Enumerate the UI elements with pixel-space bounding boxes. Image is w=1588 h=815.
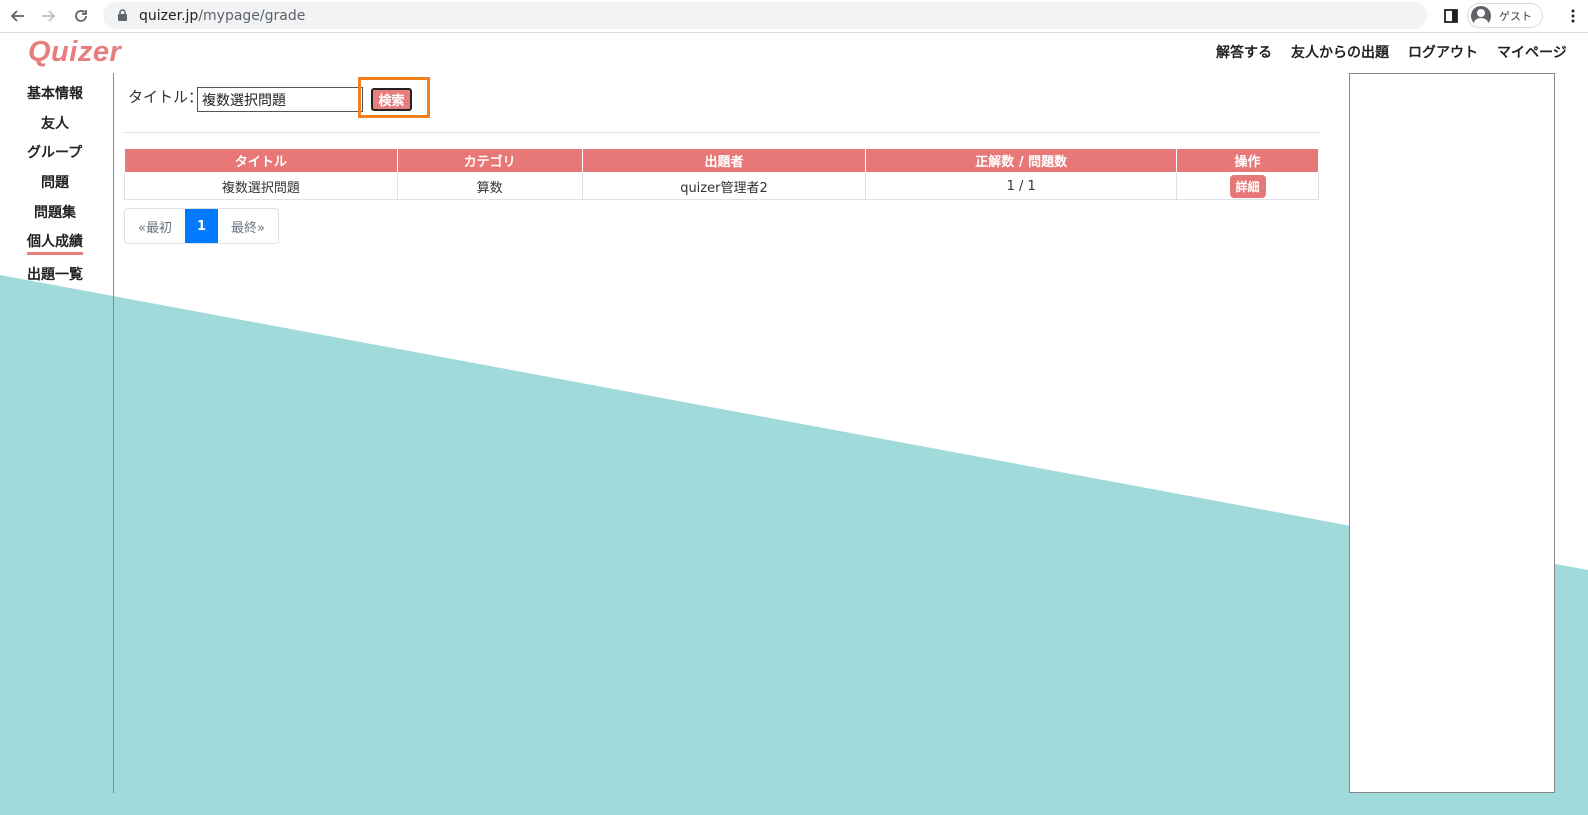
detail-button[interactable]: 詳細 xyxy=(1229,174,1266,198)
site-logo[interactable]: Quizer xyxy=(28,36,121,69)
cell-score: 1 / 1 xyxy=(865,172,1178,200)
browser-toolbar: quizer.jp/mypage/grade ゲスト xyxy=(0,0,1588,33)
search-label: タイトル： xyxy=(128,88,204,106)
column-header-action: 操作 xyxy=(1176,148,1319,173)
sidebar-item-question-list[interactable]: 出題一覧 xyxy=(27,264,83,284)
sidebar-item-questions[interactable]: 問題 xyxy=(41,172,69,192)
grade-table: タイトル カテゴリ 出題者 正解数 / 問題数 操作 複数選択問題 算数 qui… xyxy=(124,148,1319,200)
sidebar-item-groups[interactable]: グループ xyxy=(27,142,82,162)
nav-logout[interactable]: ログアウト xyxy=(1408,42,1478,62)
nav-mypage[interactable]: マイページ xyxy=(1497,42,1567,62)
table-header-row: タイトル カテゴリ 出題者 正解数 / 問題数 操作 xyxy=(124,148,1319,173)
pagination: «最初 1 最終» xyxy=(124,208,279,244)
profile-button[interactable]: ゲスト xyxy=(1467,3,1543,28)
sidebar-item-basic-info[interactable]: 基本情報 xyxy=(27,83,83,103)
title-search-input[interactable] xyxy=(197,87,363,112)
right-side-panel xyxy=(1349,73,1555,793)
nav-friend-questions[interactable]: 友人からの出題 xyxy=(1291,42,1389,62)
column-header-category: カテゴリ xyxy=(396,148,583,173)
cell-title: 複数選択問題 xyxy=(124,172,398,200)
cell-action: 詳細 xyxy=(1176,172,1319,200)
more-menu-icon[interactable] xyxy=(1563,5,1583,27)
cell-category: 算数 xyxy=(396,172,583,200)
column-header-score: 正解数 / 問題数 xyxy=(865,148,1178,173)
sidebar-item-friends[interactable]: 友人 xyxy=(41,113,69,133)
page-first-link[interactable]: «最初 xyxy=(125,209,185,243)
page-current[interactable]: 1 xyxy=(185,209,218,243)
address-bar[interactable]: quizer.jp/mypage/grade xyxy=(103,2,1427,29)
nav-answer[interactable]: 解答する xyxy=(1216,42,1272,62)
reload-icon[interactable] xyxy=(70,5,92,27)
table-row: 複数選択問題 算数 quizer管理者2 1 / 1 詳細 xyxy=(124,172,1319,200)
sidebar-item-grades[interactable]: 個人成績 xyxy=(27,231,83,255)
forward-arrow-icon[interactable] xyxy=(38,5,60,27)
search-button[interactable]: 検索 xyxy=(371,88,412,111)
column-header-title: タイトル xyxy=(124,148,398,173)
column-header-author: 出題者 xyxy=(581,148,867,173)
divider xyxy=(124,132,1320,133)
avatar-icon xyxy=(1471,5,1491,26)
side-panel-icon[interactable] xyxy=(1440,5,1462,27)
profile-label: ゲスト xyxy=(1499,9,1532,23)
sidebar-divider xyxy=(113,73,114,793)
url-host: quizer.jp xyxy=(139,7,199,24)
sidebar-item-question-sets[interactable]: 問題集 xyxy=(34,202,76,222)
cell-author: quizer管理者2 xyxy=(581,172,867,200)
lock-icon xyxy=(117,9,129,22)
back-arrow-icon[interactable] xyxy=(6,5,28,27)
page-last-link[interactable]: 最終» xyxy=(218,209,278,243)
url-path: /mypage/grade xyxy=(198,7,306,24)
